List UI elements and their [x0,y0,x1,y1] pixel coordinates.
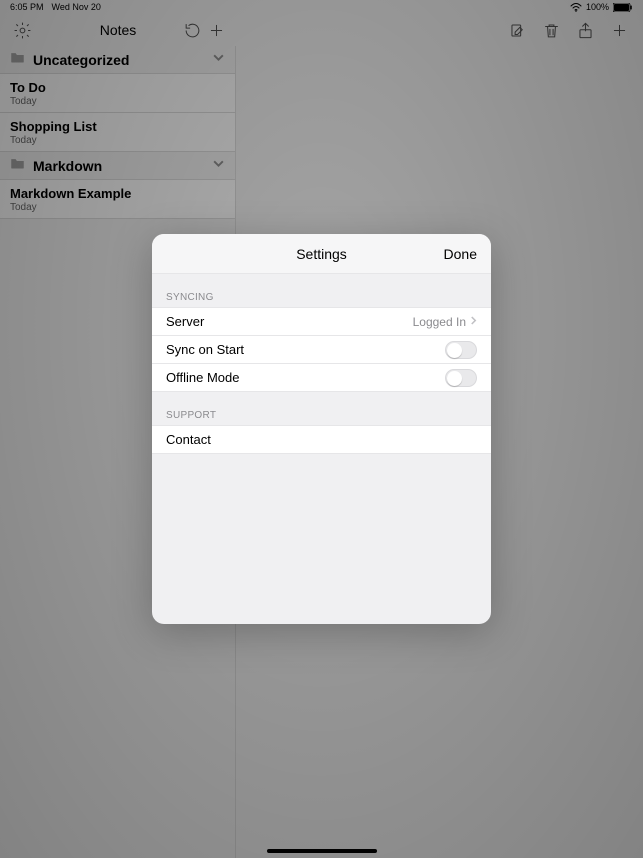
settings-modal: Settings Done SYNCING Server Logged In S… [152,234,491,624]
row-label: Sync on Start [166,342,244,357]
row-label: Offline Mode [166,370,239,385]
chevron-right-icon [470,314,477,329]
modal-body: SYNCING Server Logged In Sync on Start O… [152,274,491,624]
offline-mode-row: Offline Mode [152,364,491,392]
sync-on-start-row: Sync on Start [152,336,491,364]
row-label: Server [166,314,204,329]
server-row[interactable]: Server Logged In [152,308,491,336]
home-indicator[interactable] [267,849,377,853]
contact-row[interactable]: Contact [152,426,491,454]
section-header-syncing: SYNCING [152,274,491,307]
row-label: Contact [166,432,211,447]
sync-on-start-toggle[interactable] [445,341,477,359]
offline-mode-toggle[interactable] [445,369,477,387]
section-header-support: SUPPORT [152,392,491,425]
modal-header: Settings Done [152,234,491,274]
server-value: Logged In [413,315,466,329]
modal-overlay[interactable]: Settings Done SYNCING Server Logged In S… [0,0,643,858]
done-button[interactable]: Done [444,246,491,262]
modal-title: Settings [152,246,491,262]
